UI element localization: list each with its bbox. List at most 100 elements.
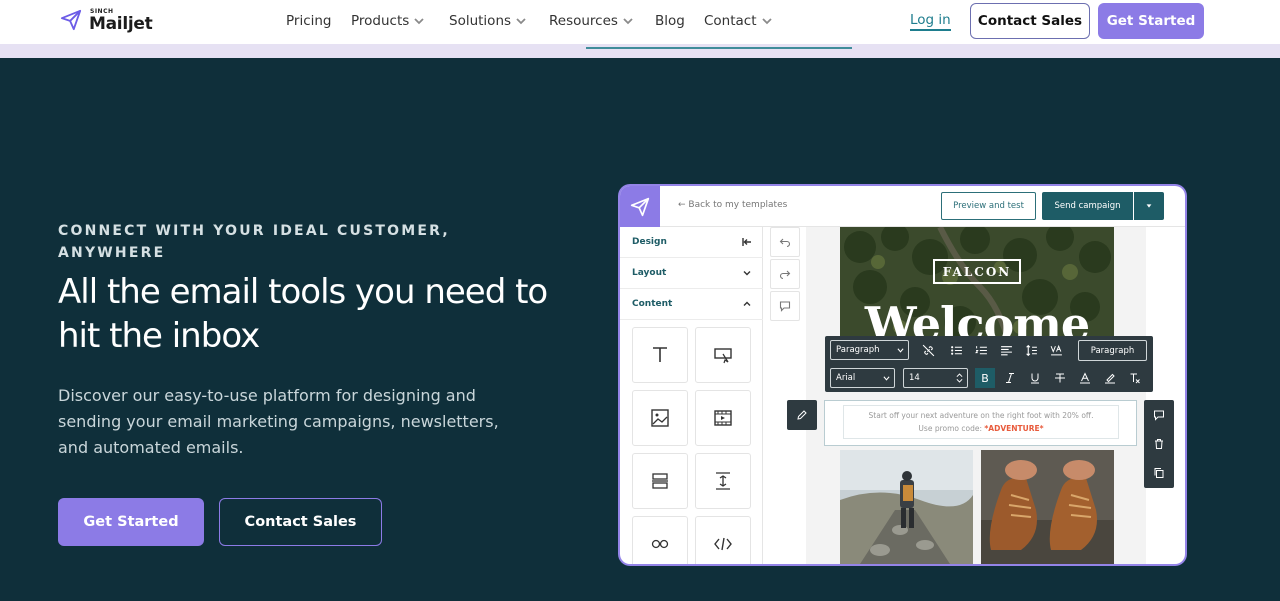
content-tile-button[interactable] [695,327,751,383]
preview-test-button[interactable]: Preview and test [941,192,1036,220]
letter-spacing-icon [1050,344,1062,355]
block-comment-button[interactable] [1144,400,1174,429]
selected-text-block[interactable]: Start off your next adventure on the rig… [824,400,1137,446]
font-family-value: Arial [836,373,856,383]
text-color-icon [1080,372,1090,384]
promo-prefix: Use promo code: [918,424,985,433]
font-size-stepper[interactable]: 14 [903,368,968,388]
hero-get-started-button[interactable]: Get Started [58,498,204,546]
undo-icon [779,238,791,248]
nav-item-label: Contact [704,13,757,29]
block-type-value: Paragraph [836,345,880,355]
redo-icon [779,270,791,280]
send-campaign-dropdown[interactable] [1134,192,1164,220]
editor-logo[interactable] [620,186,660,227]
promo-line-2: Use promo code: *ADVENTURE* [844,422,1118,435]
edit-block-button[interactable] [787,400,817,430]
content-tile-video[interactable] [695,390,751,446]
bullet-list-button[interactable] [947,341,965,359]
nav-item-resources[interactable]: Resources [549,13,633,29]
sidebar-item-design[interactable]: Design [620,227,763,258]
content-tile-social[interactable] [632,516,688,564]
clear-format-icon [1130,373,1140,384]
mailjet-logo[interactable]: SINCH Mailjet [60,8,160,38]
email-hero-image[interactable]: FALCON Welcome [840,227,1114,347]
nav-get-started-button[interactable]: Get Started [1098,3,1204,39]
editor-header: ← Back to my templates Preview and test … [660,186,1185,227]
underline-icon [1031,373,1039,384]
link-button[interactable] [919,341,937,359]
text-color-button[interactable] [1076,369,1094,387]
hero-headline: All the email tools you need to hit the … [58,272,548,356]
italic-button[interactable] [1001,369,1019,387]
video-icon [714,410,732,426]
boots-photo[interactable] [981,450,1114,564]
content-tile-spacer[interactable] [695,453,751,509]
nav-item-blog[interactable]: Blog [655,13,685,29]
code-icon [714,537,732,551]
strikethrough-icon [1055,373,1065,383]
email-canvas: FALCON Welcome Start off your next adven… [806,227,1146,564]
highlight-button[interactable] [1101,369,1119,387]
nav-item-label: Blog [655,13,685,29]
promo-line-1: Start off your next adventure on the rig… [868,411,1094,420]
back-to-templates-link[interactable]: ← Back to my templates [678,200,787,210]
paper-plane-icon [60,9,82,31]
nav-item-products[interactable]: Products [351,13,424,29]
clear-format-button[interactable] [1126,369,1144,387]
hiker-photo[interactable] [840,450,973,564]
block-duplicate-button[interactable] [1144,458,1174,487]
letter-spacing-button[interactable] [1047,341,1065,359]
content-tile-divider[interactable] [632,453,688,509]
boots-image [981,450,1114,564]
hero-contact-sales-button[interactable]: Contact Sales [219,498,382,546]
numbered-list-icon [974,345,987,354]
chevron-down-icon [743,271,751,276]
sidebar-label: Design [632,237,667,247]
active-menu-underline [586,47,852,49]
hiker-image [840,450,973,564]
chevron-down-icon [761,18,772,25]
bold-button[interactable]: B [975,368,995,388]
sidebar-item-content[interactable]: Content [620,289,763,320]
block-delete-button[interactable] [1144,429,1174,458]
line-height-button[interactable] [1022,341,1040,359]
undo-button[interactable] [770,227,800,257]
collapse-left-icon [742,238,751,246]
nav-item-solutions[interactable]: Solutions [449,13,526,29]
button-icon [714,348,732,364]
content-tile-code[interactable] [695,516,751,564]
duplicate-icon [1154,467,1164,478]
redo-button[interactable] [770,259,800,289]
sidebar-item-layout[interactable]: Layout [620,258,763,289]
hero-eyebrow: CONNECT WITH YOUR IDEAL CUSTOMER, ANYWHE… [58,223,450,261]
align-left-icon [1000,345,1012,355]
nav-item-contact[interactable]: Contact [704,13,772,29]
paragraph-style-button[interactable]: Paragraph [1078,340,1147,361]
comment-icon [779,301,791,312]
align-left-button[interactable] [997,341,1015,359]
font-family-select[interactable]: Arial [830,368,895,388]
pencil-icon [797,410,807,420]
promo-text[interactable]: Start off your next adventure on the rig… [843,405,1119,439]
underline-button[interactable] [1026,369,1044,387]
editor-sidebar: Design Layout Content [620,227,763,564]
italic-icon [1006,373,1014,383]
chevron-down-icon [883,376,890,381]
strikethrough-button[interactable] [1051,369,1069,387]
comments-button[interactable] [770,291,800,321]
nav-item-pricing[interactable]: Pricing [286,13,332,29]
nav-item-label: Resources [549,13,618,29]
chevron-down-icon [897,348,904,353]
block-type-select[interactable]: Paragraph [830,340,909,360]
send-campaign-button[interactable]: Send campaign [1042,192,1133,220]
numbered-list-button[interactable] [972,341,990,359]
nav-contact-sales-button[interactable]: Contact Sales [970,3,1090,39]
top-navigation: SINCH Mailjet Pricing Products Solutions… [0,0,1280,44]
content-tile-image[interactable] [632,390,688,446]
login-link[interactable]: Log in [910,12,951,31]
text-icon [653,347,667,362]
content-tile-text[interactable] [632,327,688,383]
highlighter-icon [1105,373,1115,384]
comment-icon [1154,410,1164,421]
